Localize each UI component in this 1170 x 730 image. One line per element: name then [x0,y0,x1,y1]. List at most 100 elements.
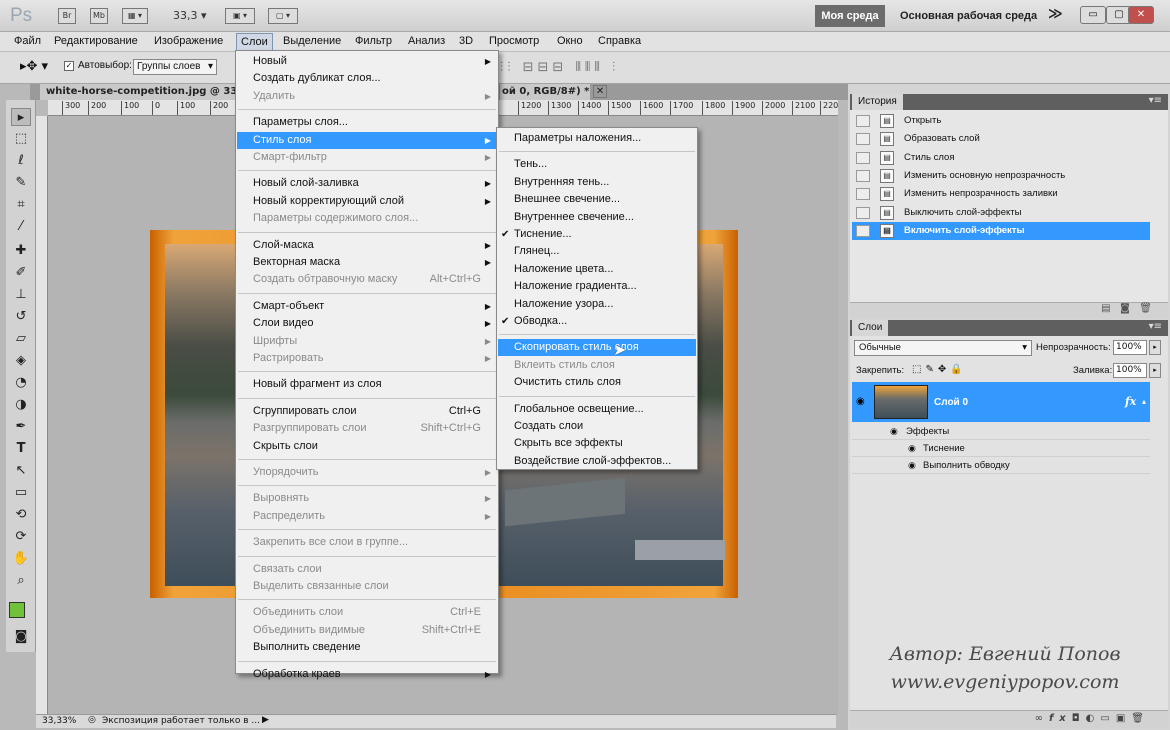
menu-item[interactable]: Наложение узора... [498,296,696,313]
document-tab-tail[interactable]: ой 0, RGB/8#) * ✕ [500,84,608,100]
menu-item[interactable]: Глобальное освещение... [498,401,696,418]
shape-tool-icon[interactable]: ▭ [11,484,31,502]
dodge-tool-icon[interactable]: ◑ [11,396,31,414]
opacity-input[interactable]: 100% [1113,340,1147,355]
menu-item[interactable]: Наложение цвета... [498,261,696,278]
3d-orbit-icon[interactable]: ⟳ [11,528,31,546]
horizontal-scrollbar[interactable] [270,714,836,728]
close-document-icon[interactable]: ✕ [592,85,608,98]
menu-view[interactable]: Просмотр [489,35,539,47]
path-select-icon[interactable]: ↖ [11,462,31,480]
eraser-tool-icon[interactable]: ▱ [11,330,31,348]
menu-item[interactable]: Наложение градиента... [498,278,696,295]
workspace-essentials[interactable]: Основная рабочая среда [900,10,1037,22]
layers-tab[interactable]: Слои [852,320,889,336]
menu-item[interactable]: Создать слои [498,418,696,435]
workspace-more-button[interactable]: ≫ [1048,6,1063,22]
menu-item[interactable]: Тиснение... ✔ [498,226,696,243]
move-tool-icon[interactable]: ▸✥ ▾ [20,59,48,74]
panel-menu-icon[interactable]: ▾≡ [1149,321,1162,332]
opacity-slider-button[interactable]: ▸ [1149,340,1161,355]
visibility-eye-icon[interactable]: ◉ [856,396,865,407]
3d-rotate-icon[interactable]: ⟲ [11,506,31,524]
layers-footer-icons[interactable]: ∞fx◘◐▭▣🗑 [850,710,1168,728]
effects-row[interactable]: ◉ Эффекты [852,423,1150,440]
effect-row[interactable]: ◉ Тиснение [852,440,1150,457]
menu-item[interactable]: Стиль слоя ▶ [237,131,497,149]
menu-item[interactable]: Смарт-объект ▶ [237,298,497,315]
collapse-effects-icon[interactable]: ▴ [1142,397,1146,406]
layer-fx-icon[interactable]: fx [1125,395,1136,408]
stamp-tool-icon[interactable]: ⊥ [11,286,31,304]
screen-mode-button[interactable]: ▢ ▾ [268,8,298,24]
menu-3d[interactable]: 3D [459,35,473,47]
menu-item[interactable]: Очистить стиль слоя [498,374,696,391]
history-state[interactable]: ▤ Стиль слоя [852,149,1150,167]
history-snapshot-checkbox[interactable] [856,133,870,146]
effects-eye-icon[interactable]: ◉ [890,423,898,440]
eyedropper-tool-icon[interactable]: ⁄ [11,218,31,236]
menu-item[interactable]: Воздействие слой-эффектов... [498,453,696,470]
menu-help[interactable]: Справка [598,35,641,47]
effect-eye-icon[interactable]: ◉ [908,440,916,457]
menu-analysis[interactable]: Анализ [408,35,445,47]
zoom-level[interactable]: 33,3 ▾ [173,9,207,22]
menu-item[interactable]: Сгруппировать слои Ctrl+G [237,403,497,420]
menu-select[interactable]: Выделение [283,35,341,47]
menu-file[interactable]: Файл [14,35,41,47]
menu-item[interactable]: Слой-маска ▶ [237,237,497,254]
effect-row[interactable]: ◉ Выполнить обводку [852,457,1150,474]
menu-item[interactable]: Внутреннее свечение... [498,209,696,226]
type-tool-icon[interactable]: T [11,440,31,458]
minimize-button[interactable]: ▭ [1080,6,1106,24]
history-footer-icons[interactable]: ▤ ◙ 🗑 [850,302,1168,318]
menu-image[interactable]: Изображение [154,35,223,47]
status-arrow-icon[interactable]: ▶ [262,715,269,725]
history-state[interactable]: ▤ Выключить слой-эффекты [852,204,1150,222]
effect-eye-icon[interactable]: ◉ [908,457,916,474]
history-state[interactable]: ▤ Образовать слой [852,130,1150,148]
history-snapshot-checkbox[interactable] [856,169,870,182]
gradient-tool-icon[interactable]: ◈ [11,352,31,370]
foreground-color-swatch[interactable] [9,602,25,618]
lock-icons[interactable]: ⬚✎✥🔒 [912,364,967,375]
status-zoom[interactable]: 33,33% [42,716,76,726]
align-icons[interactable]: ⫶⫶ ⊟⊟⊟ ⫴⫴⫴ ⫶ [500,60,619,75]
history-snapshot-checkbox[interactable] [856,115,870,127]
menu-item[interactable]: Слои видео ▶ [237,315,497,332]
history-state[interactable]: ▤ Включить слой-эффекты [852,221,1150,240]
menu-item[interactable]: Новый слой-заливка ▶ [237,175,497,192]
menu-item[interactable]: Параметры слоя... [237,114,497,131]
marquee-tool-icon[interactable]: ⬚ [11,130,31,148]
menu-item[interactable]: Скопировать стиль слоя [498,339,696,357]
menu-edit[interactable]: Редактирование [54,35,138,47]
lasso-tool-icon[interactable]: ℓ [11,152,31,170]
history-snapshot-checkbox[interactable] [856,151,870,164]
pen-tool-icon[interactable]: ✒ [11,418,31,436]
quick-mask-icon[interactable]: ◙ [11,628,31,646]
history-state[interactable]: ▤ Изменить основную непрозрачность [852,167,1150,185]
crop-tool-icon[interactable]: ⌗ [11,196,31,214]
view-extras-button[interactable]: ▦ ▾ [122,8,148,24]
close-button[interactable]: ✕ [1128,6,1154,24]
hand-tool-icon[interactable]: ✋ [11,550,31,568]
healing-brush-icon[interactable]: ✚ [11,242,31,260]
menu-item[interactable]: Скрыть все эффекты [498,435,696,452]
autoselect-dropdown[interactable]: Группы слоев ▾ [133,59,217,75]
minibridge-button[interactable]: Mb [90,8,108,24]
history-brush-icon[interactable]: ↺ [11,308,31,326]
menu-item[interactable]: Векторная маска ▶ [237,254,497,271]
quick-select-tool-icon[interactable]: ✎ [11,174,31,192]
brush-tool-icon[interactable]: ✐ [11,264,31,282]
layer-name[interactable]: Слой 0 [934,397,968,408]
menu-window[interactable]: Окно [557,35,583,47]
zoom-tool-icon[interactable]: ⌕ [11,572,31,590]
menu-item[interactable]: Обводка... ✔ [498,313,696,330]
menu-item[interactable]: Обработка краев ▶ [237,666,497,683]
fill-slider-button[interactable]: ▸ [1149,363,1161,378]
menu-item[interactable]: Создать дубликат слоя... [237,70,497,87]
autoselect-checkbox[interactable]: ✓ [64,61,74,71]
workspace-my[interactable]: Моя среда [815,5,885,27]
menu-item[interactable]: Новый ▶ [237,53,497,70]
move-tool-icon[interactable]: ▸ [11,108,31,126]
